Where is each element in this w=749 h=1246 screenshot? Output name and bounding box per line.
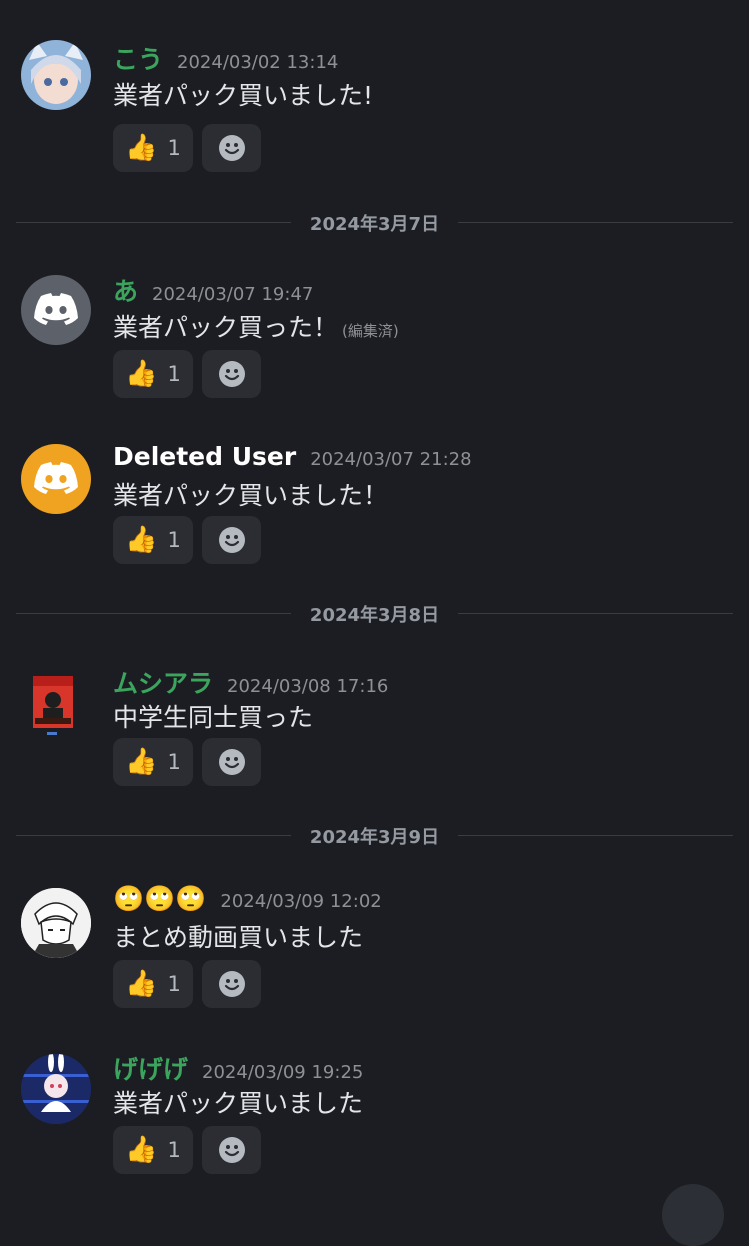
message-header: ムシアラ 2024/03/08 17:16 xyxy=(113,664,388,700)
smiley-icon xyxy=(218,135,245,161)
thumbs-up-icon: 👍 xyxy=(125,359,158,389)
avatar[interactable] xyxy=(21,1054,91,1124)
date-divider: 2024年3月9日 xyxy=(16,825,733,848)
timestamp: 2024/03/09 12:02 xyxy=(220,891,382,912)
reactions: 👍 1 xyxy=(113,124,261,172)
reaction-thumbs-up[interactable]: 👍 1 xyxy=(113,350,193,398)
message-text: 業者パック買いました！ xyxy=(113,476,388,512)
add-reaction-button[interactable] xyxy=(202,1126,261,1174)
username[interactable]: こう xyxy=(113,40,163,76)
date-divider: 2024年3月8日 xyxy=(16,603,733,626)
smiley-icon xyxy=(218,361,245,387)
username[interactable]: げげげ xyxy=(113,1050,188,1086)
message-header: こう 2024/03/02 13:14 xyxy=(113,40,338,76)
add-reaction-button[interactable] xyxy=(202,350,261,398)
message-header: Deleted User 2024/03/07 21:28 xyxy=(113,442,472,471)
timestamp: 2024/03/07 21:28 xyxy=(310,449,472,470)
divider-line xyxy=(458,835,733,836)
add-reaction-button[interactable] xyxy=(202,516,261,564)
message-content: 中学生同士買った xyxy=(113,703,314,732)
smiley-icon xyxy=(218,971,245,997)
add-reaction-button[interactable] xyxy=(202,960,261,1008)
username[interactable]: 🙄🙄🙄 xyxy=(113,884,206,914)
username[interactable]: あ xyxy=(113,272,138,308)
date-divider: 2024年3月7日 xyxy=(16,212,733,235)
message-content: 業者パック買いました! xyxy=(113,81,374,110)
timestamp: 2024/03/09 19:25 xyxy=(202,1062,364,1083)
add-reaction-button[interactable] xyxy=(202,124,261,172)
manga-avatar-icon xyxy=(21,888,91,958)
avatar[interactable] xyxy=(21,275,91,345)
thumbs-up-icon: 👍 xyxy=(125,1135,158,1165)
smiley-icon xyxy=(218,527,245,553)
reactions: 👍 1 xyxy=(113,1126,261,1174)
date-divider-label: 2024年3月9日 xyxy=(309,827,440,848)
reaction-thumbs-up[interactable]: 👍 1 xyxy=(113,1126,193,1174)
message-text: 中学生同士買った xyxy=(113,698,313,734)
anime-avatar-icon xyxy=(21,40,91,110)
divider-line xyxy=(458,613,733,614)
discord-logo-icon xyxy=(34,462,78,494)
date-divider-label: 2024年3月7日 xyxy=(309,214,440,235)
timestamp: 2024/03/07 19:47 xyxy=(152,284,314,305)
edited-label: (編集済) xyxy=(342,322,399,340)
avatar[interactable] xyxy=(21,888,91,958)
thumbs-up-icon: 👍 xyxy=(125,525,158,555)
thumbs-up-icon: 👍 xyxy=(125,133,158,163)
username[interactable]: Deleted User xyxy=(113,442,296,471)
scroll-to-bottom-button[interactable] xyxy=(662,1184,724,1246)
avatar[interactable] xyxy=(21,444,91,514)
avatar[interactable] xyxy=(21,670,91,740)
add-reaction-button[interactable] xyxy=(202,738,261,786)
message-content: 業者パック買った！ xyxy=(113,313,339,342)
message-header: 🙄🙄🙄 2024/03/09 12:02 xyxy=(113,884,382,914)
reaction-thumbs-up[interactable]: 👍 1 xyxy=(113,738,193,786)
message-content: 業者パック買いました xyxy=(113,1089,364,1118)
reaction-count: 1 xyxy=(167,528,181,552)
reaction-count: 1 xyxy=(167,362,181,386)
reaction-thumbs-up[interactable]: 👍 1 xyxy=(113,960,193,1008)
message-text: まとめ動画買いました xyxy=(113,918,363,954)
divider-line xyxy=(458,222,733,223)
message-header: げげげ 2024/03/09 19:25 xyxy=(113,1050,363,1086)
reaction-count: 1 xyxy=(167,136,181,160)
message-text: 業者パック買った！ (編集済) xyxy=(113,308,399,344)
timestamp: 2024/03/02 13:14 xyxy=(177,52,339,73)
smiley-icon xyxy=(218,749,245,775)
card-avatar-icon xyxy=(33,676,73,735)
message-text: 業者パック買いました! xyxy=(113,76,373,112)
thumbs-up-icon: 👍 xyxy=(125,747,158,777)
reactions: 👍 1 xyxy=(113,738,261,786)
username[interactable]: ムシアラ xyxy=(113,664,213,700)
timestamp: 2024/03/08 17:16 xyxy=(227,676,389,697)
thumbs-up-icon: 👍 xyxy=(125,969,158,999)
reaction-count: 1 xyxy=(167,1138,181,1162)
reaction-thumbs-up[interactable]: 👍 1 xyxy=(113,516,193,564)
reaction-count: 1 xyxy=(167,750,181,774)
avatar[interactable] xyxy=(21,40,91,110)
discord-logo-icon xyxy=(34,293,78,325)
date-divider-label: 2024年3月8日 xyxy=(309,605,440,626)
reactions: 👍 1 xyxy=(113,960,261,1008)
reactions: 👍 1 xyxy=(113,350,261,398)
reactions: 👍 1 xyxy=(113,516,261,564)
reaction-count: 1 xyxy=(167,972,181,996)
message-content: まとめ動画買いました xyxy=(113,923,364,952)
anime-avatar-icon xyxy=(21,1054,91,1124)
message-text: 業者パック買いました xyxy=(113,1084,363,1120)
message-content: 業者パック買いました！ xyxy=(113,481,389,510)
smiley-icon xyxy=(218,1137,245,1163)
reaction-thumbs-up[interactable]: 👍 1 xyxy=(113,124,193,172)
message-header: あ 2024/03/07 19:47 xyxy=(113,272,313,308)
